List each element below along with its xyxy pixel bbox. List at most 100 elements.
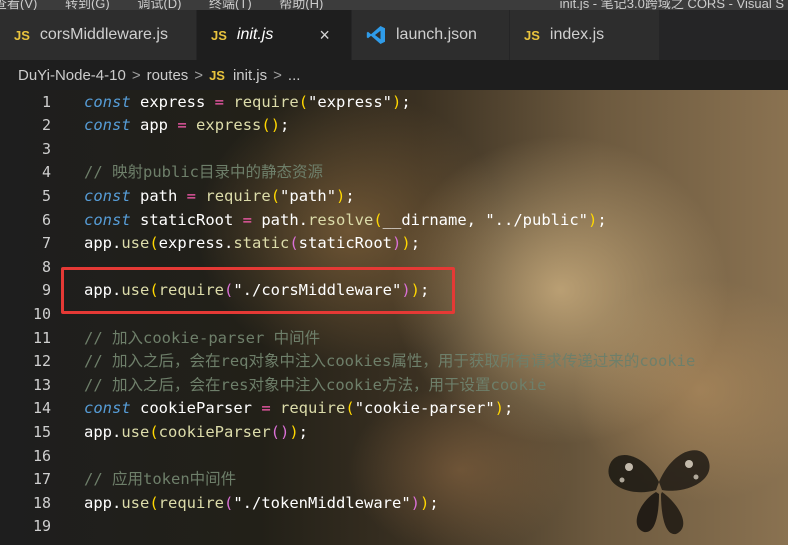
butterfly-image — [608, 450, 710, 535]
code-token: "../public" — [485, 210, 588, 229]
code-token: ( — [373, 210, 383, 229]
tab-label: index.js — [549, 26, 605, 43]
code-line[interactable]: 15 app.use(cookieParser()); — [0, 421, 788, 445]
code-token: staticRoot — [130, 210, 243, 229]
js-icon: JS — [524, 27, 540, 43]
line-number: 3 — [41, 139, 51, 158]
code-token: __dirname, — [382, 210, 486, 229]
code-token: ( — [149, 234, 159, 253]
code-text: // 应用token中间件 — [84, 468, 236, 492]
code-line[interactable]: 3 — [0, 138, 788, 162]
code-line[interactable]: 11 // 加入cookie-parser 中间件 — [0, 327, 788, 351]
breadcrumb-file[interactable]: init.js — [233, 67, 267, 84]
code-line[interactable]: 1 const express = require("express"); — [0, 91, 788, 115]
code-line[interactable]: 7 app.use(express.static(staticRoot)); — [0, 232, 788, 256]
tab-cors-middleware[interactable]: JS corsMiddleware.js — [0, 10, 197, 60]
breadcrumb-folder[interactable]: routes — [147, 67, 189, 84]
code-token: static — [233, 234, 290, 253]
code-text: app.use(require("./tokenMiddleware")); — [84, 492, 439, 516]
code-text: const express = require("express"); — [84, 91, 411, 115]
code-token: use — [121, 493, 150, 512]
code-line[interactable]: 2 const app = express(); — [0, 114, 788, 138]
code-token: // 应用token中间件 — [84, 470, 237, 489]
code-token: app. — [84, 493, 122, 512]
code-line[interactable]: 12 // 加入之后，会在req对象中注入cookies属性，用于获取所有请求传递… — [0, 350, 788, 374]
code-token: "./tokenMiddleware" — [233, 493, 411, 512]
menu-help[interactable]: 帮助(H) — [279, 0, 323, 10]
line-number: 15 — [32, 422, 51, 441]
code-token: ) — [392, 92, 402, 111]
code-token: ; — [410, 234, 421, 253]
line-number: 18 — [32, 493, 51, 512]
code-token: ( — [345, 399, 355, 418]
code-token: ( — [270, 186, 281, 205]
close-icon[interactable]: × — [319, 25, 330, 46]
code-token: ) — [289, 422, 299, 441]
menu-debug[interactable]: 调试(D) — [137, 0, 181, 10]
code-token: path — [130, 186, 187, 205]
menu-bar: 查看(V) 转到(G) 调试(D) 终端(T) 帮助(H) init.js - … — [0, 0, 788, 10]
code-text: const staticRoot = path.resolve(__dirnam… — [84, 209, 607, 233]
code-text: // 映射public目录中的静态资源 — [84, 161, 323, 185]
code-line[interactable]: 4 // 映射public目录中的静态资源 — [0, 161, 788, 185]
code-text: app.use(cookieParser()); — [84, 421, 308, 445]
highlight-box — [61, 267, 455, 314]
code-token: express — [130, 92, 215, 111]
code-token: cookieParser — [130, 399, 262, 418]
tab-launch-json[interactable]: launch.json — [352, 10, 510, 60]
code-token: require — [280, 399, 346, 418]
chevron-right-icon: > — [194, 66, 204, 84]
line-number: 8 — [41, 257, 51, 276]
line-number: 17 — [32, 470, 51, 489]
menu-view[interactable]: 查看(V) — [0, 0, 37, 10]
code-text: const app = express(); — [84, 114, 289, 138]
menu-go[interactable]: 转到(G) — [65, 0, 110, 10]
code-token: ; — [504, 399, 514, 418]
js-icon: JS — [211, 27, 227, 43]
line-number: 14 — [32, 399, 51, 418]
code-token: const — [84, 399, 131, 418]
code-token: ) — [420, 493, 430, 512]
tab-label: init.js — [236, 26, 274, 43]
code-text: const cookieParser = require("cookie-par… — [84, 397, 513, 421]
code-line[interactable]: 5 const path = require("path"); — [0, 185, 788, 209]
code-token: // 映射public目录中的静态资源 — [84, 163, 323, 182]
chevron-right-icon: > — [273, 66, 282, 84]
tab-init-js[interactable]: JS init.js × — [197, 10, 352, 60]
code-token: resolve — [308, 210, 374, 229]
breadcrumb-folder[interactable]: DuYi-Node-4-10 — [18, 67, 126, 84]
menu-items: 查看(V) 转到(G) 调试(D) 终端(T) 帮助(H) — [0, 0, 347, 10]
breadcrumb: DuYi-Node-4-10 > routes > JS init.js > .… — [0, 60, 788, 90]
code-text: // 加入之后，会在res对象中注入cookie方法，用于设置cookie — [84, 374, 546, 398]
code-token: ; — [429, 493, 439, 512]
code-editor[interactable]: 1 const express = require("express"); 2 con… — [0, 90, 788, 545]
code-text: // 加入cookie-parser 中间件 — [84, 327, 320, 351]
breadcrumb-more[interactable]: ... — [288, 67, 301, 84]
editor-tabs: JS corsMiddleware.js JS init.js × launch… — [0, 10, 788, 60]
code-token: staticRoot — [298, 234, 392, 253]
code-token: use — [121, 234, 150, 253]
code-line[interactable]: 13 // 加入之后，会在res对象中注入cookie方法，用于设置cookie — [0, 374, 788, 398]
code-token: () — [261, 116, 281, 135]
menu-terminal[interactable]: 终端(T) — [209, 0, 252, 10]
code-token: ( — [149, 493, 159, 512]
code-text: // 加入之后，会在req对象中注入cookies属性，用于获取所有请求传递过来… — [84, 350, 695, 374]
code-token: express — [196, 116, 262, 135]
code-token: // 加入之后，会在req对象中注入cookies属性，用于获取所有请求传递过来… — [84, 352, 696, 371]
code-token: use — [121, 422, 150, 441]
tab-index-js[interactable]: JS index.js — [510, 10, 660, 60]
code-token: cookieParser — [158, 422, 271, 441]
code-token: "path" — [280, 186, 337, 205]
code-line[interactable]: 14 const cookieParser = require("cookie-p… — [0, 397, 788, 421]
line-number: 2 — [41, 116, 51, 135]
code-text: app.use(express.static(staticRoot)); — [84, 232, 420, 256]
code-token: path. — [252, 210, 308, 229]
code-token: ) — [494, 399, 505, 418]
code-token: ; — [401, 92, 411, 111]
line-number: 1 — [41, 92, 51, 111]
code-line[interactable]: 6 const staticRoot = path.resolve(__dirna… — [0, 209, 788, 233]
code-token: = — [186, 186, 197, 205]
code-text: const path = require("path"); — [84, 185, 355, 209]
